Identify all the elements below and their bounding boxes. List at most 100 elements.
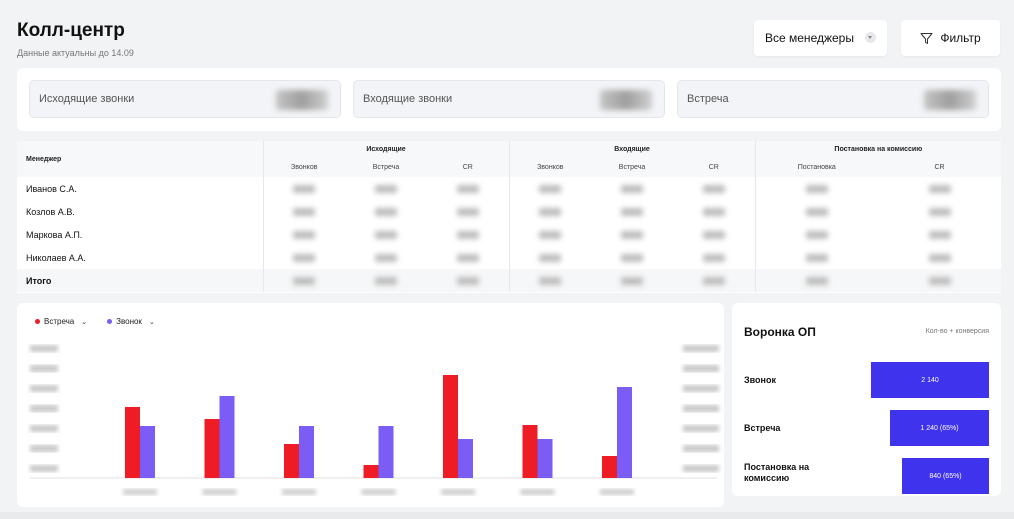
hidden-value [621,276,644,285]
bar-call [537,439,553,478]
funnel-step-label: Встреча [744,423,781,433]
table-cell [508,200,592,223]
hidden-value [293,184,316,193]
bar-meeting [602,456,617,478]
kpi-label: Входящие звонки [363,93,453,105]
y-axis-tick-label-hidden [30,365,58,372]
table-cell [673,269,756,292]
table-cell [262,200,345,223]
y2-axis-tick-label-hidden [683,405,719,412]
calls-chart-card: Встреча ⌄ Звонок ⌄ [17,303,724,507]
bar-meeting [284,444,299,478]
hidden-value [456,230,479,239]
hidden-value [928,184,951,193]
kpi-value-hidden [924,90,976,110]
hidden-value [702,184,725,193]
x-axis-tick-label-hidden [123,489,157,495]
kpi-outgoing-calls: Исходящие звонки [29,80,341,118]
bar-call [458,439,473,478]
funnel-step-label: Постановка на комиссию [744,462,810,483]
column-header-meeting: Встреча [372,164,400,171]
manager-select-value: Все менеджеры [765,31,854,45]
table-total-row: Итого [17,269,1002,292]
filter-button[interactable]: Фильтр [901,20,1000,56]
table-cell [591,269,674,292]
table-row: Николаев А.А. [17,246,1001,269]
bar-call [140,426,155,478]
hidden-value [928,207,951,216]
kpi-incoming-calls: Входящие звонки [353,80,665,118]
table-row: Иванов С.А. [17,177,1001,200]
table-cell [427,200,509,223]
y-axis-tick-label-hidden [30,445,58,452]
chevron-down-icon [865,32,876,43]
table-cell [591,177,673,200]
y-axis-tick-label-hidden [30,385,58,392]
page-title: Колл-центр [17,20,125,41]
table-cell [673,246,755,269]
column-group-outgoing: Исходящие [262,141,510,158]
manager-name: Итого [17,269,263,292]
hidden-value [702,207,725,216]
manager-name: Козлов А.В. [26,206,75,217]
x-axis-tick-label-hidden [520,489,555,495]
sales-funnel-card: Воронка ОП Кол-во + конверсия Звонок 2 14… [732,303,1001,496]
hidden-value [702,230,725,239]
y-axis-tick-label-hidden [30,405,58,412]
table-cell [754,177,879,200]
table-cell [673,177,755,200]
funnel-title: Воронка ОП [744,325,816,339]
table-cell [754,223,879,246]
hidden-value [293,207,316,216]
hidden-value [375,207,397,216]
column-header-placement: Постановка [754,158,879,177]
table-row: Козлов А.В. [17,200,1001,223]
table-cell [427,177,509,200]
kpi-value-hidden [276,90,328,110]
x-axis-tick-label-hidden [600,489,634,495]
bar-meeting [443,375,458,478]
bar-meeting [125,407,140,478]
hidden-value [928,253,951,262]
bar-call [219,396,235,478]
column-header-meeting: Встреча [618,164,646,171]
table-cell [345,223,427,246]
funnel-step-bar: 1 240 (65%) [890,410,989,446]
column-header-cr: CR [934,164,945,171]
hidden-value [293,276,316,285]
table-cell [508,223,592,246]
table-cell [754,246,879,269]
table-cell [345,177,427,200]
table-cell [262,223,345,246]
hidden-value [456,184,479,193]
hidden-value [293,253,316,262]
manager-name: Маркова А.П. [26,229,83,240]
table-cell [591,200,673,223]
table-cell [508,269,592,292]
column-header-cr: CR [462,164,473,171]
table-cell [262,269,345,292]
column-header-calls: Звонков [262,158,345,177]
hidden-value [805,230,828,239]
hidden-value [375,230,397,239]
column-header-cr: CR [708,164,719,171]
hidden-value [805,184,828,193]
column-group-commission: Постановка на комиссию [754,141,1002,158]
bar-call [299,426,314,478]
hidden-value [805,253,828,262]
table-cell [754,269,879,292]
hidden-value [539,207,562,216]
hidden-value [539,230,562,239]
funnel-step-bar: 2 140 [871,362,989,398]
table-cell [345,269,427,292]
table-cell [754,200,879,223]
hidden-value [621,230,644,239]
manager-name: Николаев А.А. [26,252,86,263]
table-cell [427,246,509,269]
x-axis-tick-label-hidden [441,489,475,495]
data-date-note: Данные актуальны до 14.09 [17,48,134,58]
funnel-step-bar: 840 (65%) [902,458,989,494]
kpi-label: Встреча [687,93,729,105]
manager-select[interactable]: Все менеджеры [754,20,887,56]
hidden-value [928,276,951,285]
